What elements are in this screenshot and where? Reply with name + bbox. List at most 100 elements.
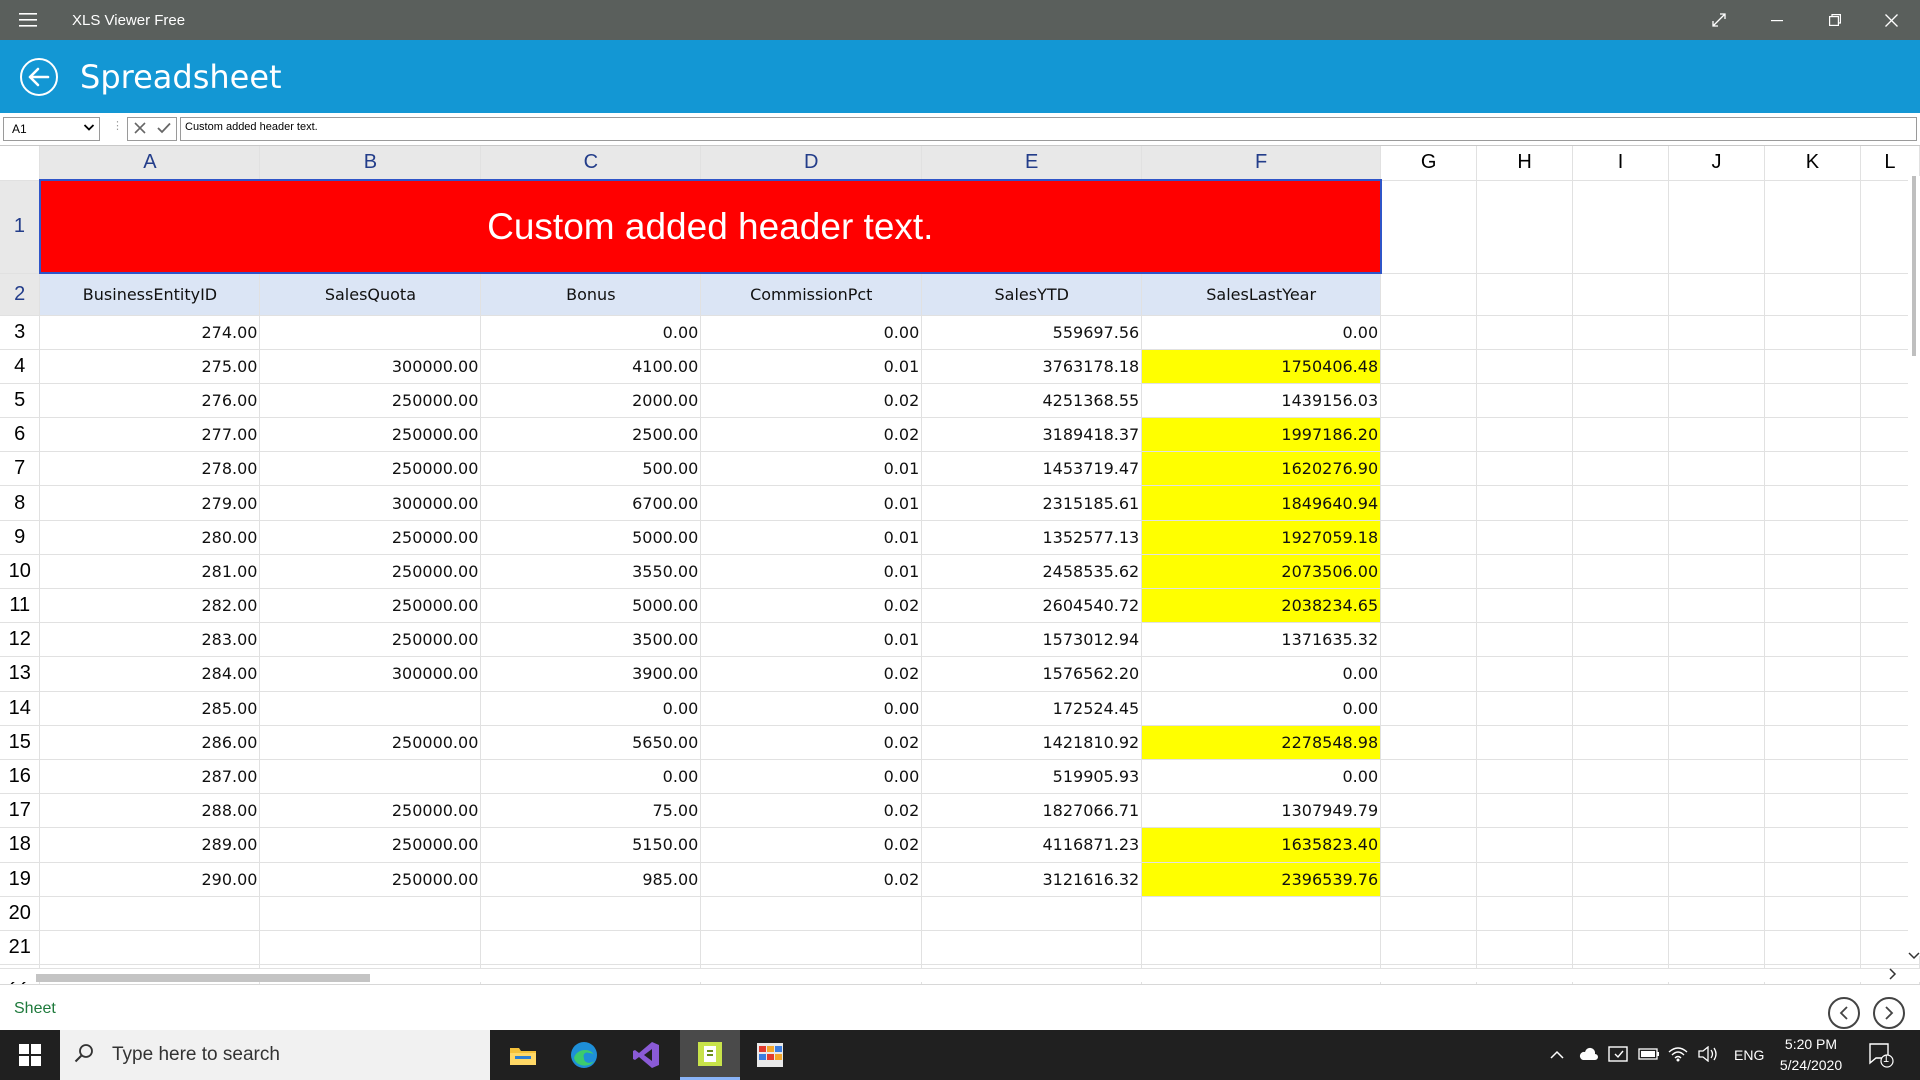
cell[interactable]: 0.01 — [700, 622, 923, 658]
cell[interactable] — [259, 930, 482, 966]
cell[interactable]: 6700.00 — [480, 485, 702, 521]
cell[interactable] — [1380, 862, 1478, 897]
cell[interactable]: 0.01 — [700, 485, 923, 521]
cell[interactable] — [1572, 656, 1669, 692]
row-header[interactable]: 19 — [0, 862, 41, 897]
cell[interactable] — [1476, 383, 1574, 419]
volume-icon[interactable] — [1698, 1045, 1720, 1065]
cell[interactable]: 289.00 — [39, 827, 261, 863]
onedrive-cloud-icon[interactable] — [1578, 1047, 1598, 1064]
cell[interactable]: 519905.93 — [921, 759, 1143, 795]
cell[interactable] — [1380, 520, 1478, 555]
cell[interactable] — [1764, 759, 1861, 795]
cell[interactable]: 0.00 — [1141, 759, 1382, 795]
cell[interactable] — [1380, 315, 1478, 350]
cell[interactable] — [1668, 930, 1765, 966]
row-header[interactable]: 18 — [0, 827, 41, 863]
file-explorer-icon[interactable] — [493, 1030, 553, 1080]
cell[interactable]: 300000.00 — [259, 485, 482, 521]
cell[interactable] — [1668, 588, 1765, 624]
cell[interactable]: 283.00 — [39, 622, 261, 658]
cell[interactable]: 300000.00 — [259, 349, 482, 384]
row-header[interactable]: 12 — [0, 622, 41, 658]
cell[interactable]: 1635823.40 — [1141, 827, 1382, 863]
cell[interactable]: 285.00 — [39, 691, 261, 726]
cell[interactable]: 4100.00 — [480, 349, 702, 384]
cell[interactable] — [39, 896, 261, 931]
cell[interactable]: 0.02 — [700, 417, 923, 453]
cell[interactable] — [1572, 520, 1669, 555]
cell[interactable] — [1141, 896, 1382, 931]
cell[interactable] — [1572, 383, 1669, 419]
cell[interactable] — [1668, 417, 1765, 453]
row-header[interactable]: 1 — [0, 180, 41, 274]
row-header[interactable]: 5 — [0, 383, 41, 419]
row-header[interactable]: 20 — [0, 896, 41, 931]
back-arrow-icon[interactable] — [20, 57, 58, 96]
cell[interactable]: 0.00 — [1141, 691, 1382, 726]
cell[interactable] — [1668, 554, 1765, 590]
cell[interactable] — [1380, 417, 1478, 453]
cell[interactable]: 985.00 — [480, 862, 702, 897]
cell[interactable] — [1476, 930, 1574, 966]
cell[interactable] — [1668, 691, 1765, 726]
cell[interactable]: 1439156.03 — [1141, 383, 1382, 419]
cell[interactable]: 172524.45 — [921, 691, 1143, 726]
xls-viewer-icon[interactable] — [740, 1030, 800, 1080]
app-icon[interactable] — [680, 1030, 740, 1080]
column-header-i[interactable]: I — [1572, 146, 1669, 181]
cell[interactable]: 1421810.92 — [921, 725, 1143, 760]
vertical-scrollbar[interactable] — [1908, 176, 1920, 960]
cell[interactable] — [1476, 862, 1574, 897]
cell[interactable] — [1668, 485, 1765, 521]
cell[interactable]: 3121616.32 — [921, 862, 1143, 897]
cell[interactable] — [1476, 485, 1574, 521]
cell[interactable]: 3763178.18 — [921, 349, 1143, 384]
cell[interactable] — [1380, 793, 1478, 829]
cell[interactable] — [1764, 451, 1861, 487]
cell[interactable] — [1380, 930, 1478, 966]
cell[interactable] — [1476, 451, 1574, 487]
cell[interactable] — [1572, 622, 1669, 658]
row-header[interactable]: 7 — [0, 451, 41, 487]
cell[interactable] — [1476, 896, 1574, 931]
vertical-scroll-thumb[interactable] — [1912, 176, 1916, 356]
chevron-down-icon[interactable] — [83, 121, 95, 136]
cell[interactable] — [1380, 383, 1478, 419]
cell[interactable] — [1380, 691, 1478, 726]
cell[interactable] — [1572, 417, 1669, 453]
row-header[interactable]: 11 — [0, 588, 41, 624]
cell[interactable]: 250000.00 — [259, 622, 482, 658]
cell[interactable]: 0.00 — [480, 691, 702, 726]
cell[interactable] — [1380, 759, 1478, 795]
cell[interactable]: 0.02 — [700, 656, 923, 692]
cell[interactable] — [1380, 180, 1478, 274]
column-title-cell[interactable]: SalesYTD — [921, 273, 1143, 316]
cell[interactable] — [700, 930, 923, 966]
cell[interactable]: 280.00 — [39, 520, 261, 555]
cell[interactable] — [1380, 451, 1478, 487]
cell[interactable] — [1764, 622, 1861, 658]
cell[interactable] — [1476, 315, 1574, 350]
language-indicator[interactable]: ENG — [1734, 1047, 1764, 1063]
column-header-e[interactable]: E — [921, 146, 1143, 181]
cell[interactable]: 1371635.32 — [1141, 622, 1382, 658]
cell[interactable] — [921, 930, 1143, 966]
cell[interactable] — [259, 759, 482, 795]
cell[interactable]: 277.00 — [39, 417, 261, 453]
cell[interactable] — [1380, 485, 1478, 521]
column-title-cell[interactable]: CommissionPct — [700, 273, 923, 316]
cell[interactable] — [1668, 383, 1765, 419]
cell[interactable] — [1476, 793, 1574, 829]
taskbar-search[interactable]: Type here to search — [60, 1030, 490, 1080]
row-header[interactable]: 13 — [0, 656, 41, 692]
cell[interactable] — [1380, 588, 1478, 624]
spreadsheet-grid[interactable]: A B C D E F G H I J K L 1 Custom added header text. 2 B… — [0, 146, 1920, 984]
column-header-c[interactable]: C — [480, 146, 702, 181]
cell[interactable] — [1668, 349, 1765, 384]
cell[interactable]: 282.00 — [39, 588, 261, 624]
cell[interactable]: 5650.00 — [480, 725, 702, 760]
cell[interactable] — [1476, 588, 1574, 624]
cell[interactable] — [1668, 759, 1765, 795]
cell[interactable] — [480, 896, 702, 931]
